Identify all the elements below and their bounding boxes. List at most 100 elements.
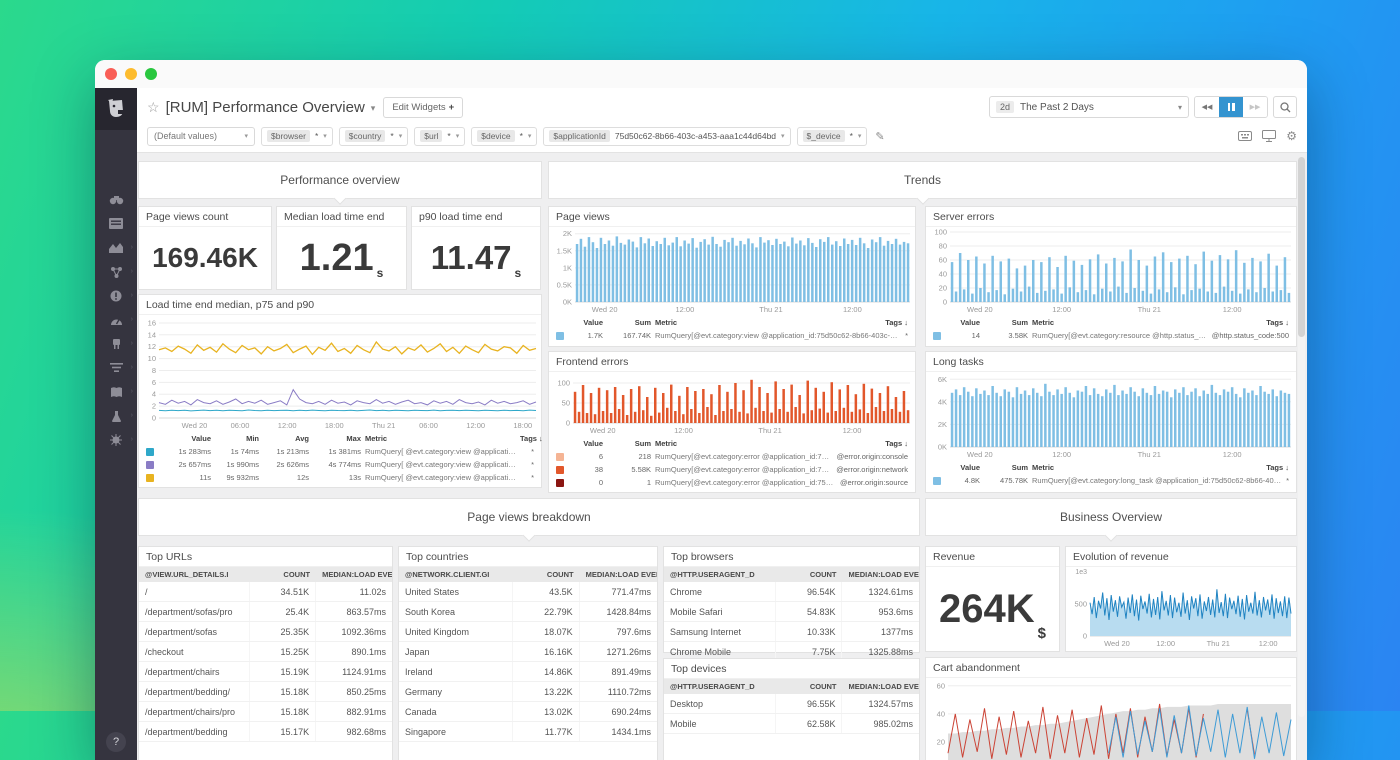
monitor-icon[interactable] [1262, 130, 1276, 142]
legend-row[interactable]: 385.58KRumQuery[@evt.category:error @app… [556, 463, 908, 476]
sidebar-item-metrics[interactable]: › [101, 240, 131, 255]
table-row[interactable]: South Korea22.79K1428.84ms [399, 602, 657, 622]
table-row[interactable]: Germany13.22K1110.72ms [399, 682, 657, 702]
sidebar-item-monitors[interactable]: › [101, 288, 131, 303]
legend-row[interactable]: 11s9s 932ms12s13sRumQuery[ @evt.category… [146, 471, 534, 484]
svg-text:12:00: 12:00 [843, 426, 862, 435]
table-row[interactable]: Ireland14.86K891.49ms [399, 662, 657, 682]
edit-widgets-button[interactable]: Edit Widgets+ [383, 97, 463, 118]
datadog-logo[interactable] [95, 88, 137, 130]
widget-revenue-evolution[interactable]: Evolution of revenue 05001e3Wed 2012:00T… [1065, 546, 1297, 652]
widget-top-devices[interactable]: Top devices @HTTP.USERAGENT_DCOUNTMEDIAN… [663, 658, 920, 760]
time-range-selector[interactable]: 2d The Past 2 Days ▾ [989, 96, 1189, 118]
template-variable-pill[interactable]: $device * ▾ [471, 127, 537, 146]
template-variable-pill[interactable]: $applicationId 75d50c62-8b66-403c-a453-a… [543, 127, 790, 146]
widget-top-countries[interactable]: Top countries @NETWORK.CLIENT.GICOUNTMED… [398, 546, 658, 760]
widget-page-views-count[interactable]: Page views count 169.46K [138, 206, 272, 290]
group-header-performance[interactable]: Performance overview [138, 161, 542, 199]
legend-row[interactable]: 2s 657ms1s 990ms2s 626ms4s 774msRumQuery… [146, 458, 534, 471]
sidebar-item-integrations[interactable]: › [101, 336, 131, 351]
chevron-down-icon[interactable]: ▾ [371, 103, 376, 114]
gear-icon[interactable]: ⚙ [1286, 129, 1297, 143]
table-row[interactable]: Samsung Internet10.33K1377ms [664, 622, 919, 642]
legend-row[interactable]: 4.8K475.78KRumQuery[@evt.category:long_t… [933, 474, 1289, 487]
table-row[interactable]: Singapore11.77K1434.1ms [399, 722, 657, 742]
widget-page-views[interactable]: Page views 0K0.5K1K1.5K2KWed 2012:00Thu … [548, 206, 916, 347]
pause-button[interactable] [1219, 97, 1243, 117]
template-variables-preset[interactable]: (Default values)▾ [147, 127, 255, 146]
template-variable-pill[interactable]: $browser * ▾ [261, 127, 333, 146]
group-header-business[interactable]: Business Overview [925, 498, 1297, 536]
table-row[interactable]: Japan16.16K1271.26ms [399, 642, 657, 662]
scrollbar-thumb[interactable] [1298, 157, 1305, 337]
forward-button[interactable]: ▶▶ [1243, 97, 1267, 117]
legend-row[interactable]: 1.7K167.74KRumQuery[@evt.category:view @… [556, 329, 908, 342]
table-row[interactable]: United States43.5K771.47ms [399, 582, 657, 602]
sidebar-item-events[interactable] [101, 216, 131, 231]
star-icon[interactable]: ☆ [147, 99, 160, 116]
table-row[interactable]: Desktop96.55K1324.57ms [664, 694, 919, 714]
sidebar-item-logs[interactable]: › [101, 384, 131, 399]
minimize-window-button[interactable] [125, 68, 137, 80]
table-row[interactable]: Mobile Safari54.83K953.6ms [664, 602, 919, 622]
revenue-evolution-chart[interactable]: 05001e3Wed 2012:00Thu 2112:00 [1066, 567, 1296, 649]
rewind-button[interactable]: ◀◀ [1195, 97, 1219, 117]
table-row[interactable]: /department/bedding/15.18K850.25ms [139, 682, 392, 702]
legend-row[interactable]: 143.58KRumQuery[@evt.category:resource @… [933, 329, 1289, 342]
table-row[interactable]: /department/sofas25.35K1092.36ms [139, 622, 392, 642]
table-row[interactable]: /department/bedding15.17K982.68ms [139, 722, 392, 742]
svg-text:06:00: 06:00 [231, 421, 250, 430]
close-window-button[interactable] [105, 68, 117, 80]
template-variable-pill[interactable]: $url * ▾ [414, 127, 465, 146]
binoculars-icon [109, 194, 124, 206]
table-row[interactable]: /department/chairs/pro15.18K882.91ms [139, 702, 392, 722]
vertical-scrollbar[interactable] [1298, 157, 1305, 717]
legend-row[interactable]: 01RumQuery[@evt.category:error @applicat… [556, 476, 908, 489]
sidebar-item-pipelines[interactable]: › [101, 360, 131, 375]
template-variable-pill[interactable]: $_device * ▾ [797, 127, 868, 146]
query-value: 264K$ [926, 567, 1059, 651]
sidebar-item-infrastructure[interactable]: › [101, 264, 131, 279]
page-views-chart[interactable]: 0K0.5K1K1.5K2KWed 2012:00Thu 2112:00 [549, 227, 915, 315]
group-header-breakdown[interactable]: Page views breakdown [138, 498, 920, 536]
template-variable-pill[interactable]: $country * ▾ [339, 127, 408, 146]
svg-text:Thu 21: Thu 21 [1138, 450, 1161, 459]
table-row[interactable]: Canada13.02K690.24ms [399, 702, 657, 722]
widget-top-browsers[interactable]: Top browsers @HTTP.USERAGENT_DCOUNTMEDIA… [663, 546, 920, 653]
table-row[interactable]: /34.51K11.02s [139, 582, 392, 602]
widget-top-urls[interactable]: Top URLs @VIEW.URL_DETAILS.ICOUNTMEDIAN:… [138, 546, 393, 760]
sidebar-item-apm[interactable]: › [101, 312, 131, 327]
widget-title: Top devices [664, 659, 919, 679]
table-row[interactable]: /department/sofas/pro25.4K863.57ms [139, 602, 392, 622]
sidebar-item-security[interactable]: › [101, 432, 131, 447]
cart-abandonment-chart[interactable]: 204060 [926, 678, 1296, 760]
widget-median-load-time[interactable]: Median load time end 1.21s [276, 206, 407, 290]
load-time-chart[interactable]: 0246810121416Wed 2006:0012:0018:00Thu 21… [139, 315, 541, 431]
zoom-window-button[interactable] [145, 68, 157, 80]
table-row[interactable]: United Kingdom18.07K797.6ms [399, 622, 657, 642]
edit-variables-pencil-icon[interactable]: ✎ [875, 130, 884, 143]
table-row[interactable]: Mobile62.58K985.02ms [664, 714, 919, 734]
group-header-trends[interactable]: Trends [548, 161, 1297, 199]
sidebar-item-watchdog[interactable] [101, 192, 131, 207]
widget-load-time-chart[interactable]: Load time end median, p75 and p90 024681… [138, 294, 542, 488]
server-errors-chart[interactable]: 020406080100Wed 2012:00Thu 2112:00 [926, 227, 1296, 315]
table-row[interactable]: /department/chairs15.19K1124.91ms [139, 662, 392, 682]
widget-cart-abandonment[interactable]: Cart abandonment 204060 [925, 657, 1297, 760]
widget-revenue[interactable]: Revenue 264K$ [925, 546, 1060, 652]
legend-row[interactable]: 6218RumQuery[@evt.category:error @applic… [556, 450, 908, 463]
legend-row[interactable]: 1s 283ms1s 74ms1s 213ms1s 381msRumQuery[… [146, 445, 534, 458]
widget-p90-load-time[interactable]: p90 load time end 11.47s [411, 206, 541, 290]
widget-long-tasks[interactable]: Long tasks 0K2K4K6KWed 2012:00Thu 2112:0… [925, 351, 1297, 493]
frontend-errors-chart[interactable]: 050100Wed 2012:00Thu 2112:00 [549, 372, 915, 436]
sidebar-item-synthetics[interactable]: › [101, 408, 131, 423]
table-row[interactable]: /checkout15.25K890.1ms [139, 642, 392, 662]
table-row[interactable]: Chrome96.54K1324.61ms [664, 582, 919, 602]
long-tasks-chart[interactable]: 0K2K4K6KWed 2012:00Thu 2112:00 [926, 372, 1296, 460]
series-swatch [933, 332, 941, 340]
widget-frontend-errors[interactable]: Frontend errors 050100Wed 2012:00Thu 211… [548, 351, 916, 493]
help-button[interactable]: ? [106, 732, 126, 752]
keyboard-icon[interactable] [1238, 131, 1252, 141]
search-button[interactable] [1273, 96, 1297, 118]
widget-server-errors[interactable]: Server errors 020406080100Wed 2012:00Thu… [925, 206, 1297, 347]
